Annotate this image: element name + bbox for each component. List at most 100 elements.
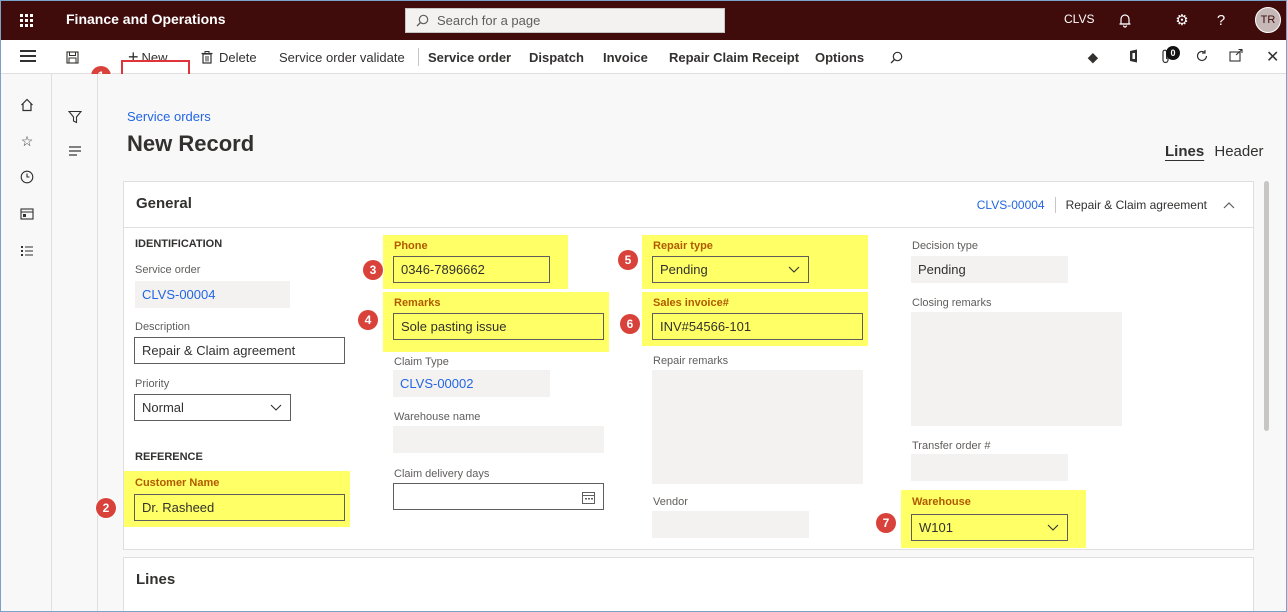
company-picker[interactable]: CLVS (1064, 12, 1094, 26)
reference-heading: REFERENCE (135, 451, 203, 463)
warehouse-select[interactable]: W101 (911, 514, 1068, 541)
repair-type-label: Repair type (653, 240, 713, 252)
callout-4: 4 (358, 310, 378, 330)
sales-invoice-field[interactable]: INV#54566-101 (652, 313, 863, 340)
related-info-icon[interactable] (66, 142, 84, 160)
summary-description: Repair & Claim agreement (1065, 198, 1207, 212)
warehouse-name-value (393, 426, 604, 453)
page-title: New Record (127, 131, 255, 156)
vendor-value (652, 511, 809, 538)
delete-button[interactable]: Delete (201, 40, 257, 74)
tab-repair-claim-receipt[interactable]: Repair Claim Receipt (669, 40, 799, 74)
general-fasttab-header[interactable]: General CLVS-00004 Repair & Claim agreem… (124, 182, 1253, 228)
calendar-icon[interactable] (582, 491, 595, 504)
tab-dispatch[interactable]: Dispatch (529, 40, 584, 74)
search-icon (416, 14, 429, 27)
power-apps-icon[interactable]: ⬥ (1088, 49, 1098, 66)
delete-button-label: Delete (219, 49, 257, 65)
view-tabs: Lines Header (1159, 143, 1264, 160)
callout-6: 6 (620, 314, 640, 334)
customer-name-label: Customer Name (135, 477, 220, 489)
trash-icon (201, 50, 213, 64)
modules-icon[interactable] (18, 242, 36, 260)
service-order-value[interactable]: CLVS-00004 (135, 281, 290, 308)
description-field[interactable]: Repair & Claim agreement (134, 337, 345, 364)
decision-type-value: Pending (911, 256, 1068, 283)
attachments-count-badge: 0 (1166, 46, 1180, 60)
phone-label: Phone (394, 240, 428, 252)
workspaces-icon[interactable] (18, 205, 36, 223)
priority-select[interactable]: Normal (134, 394, 291, 421)
callout-7: 7 (876, 513, 896, 533)
closing-remarks-field[interactable] (911, 312, 1122, 426)
warehouse-value: W101 (919, 520, 953, 535)
general-title: General (136, 195, 192, 212)
claim-type-label: Claim Type (394, 356, 449, 368)
save-icon[interactable] (66, 40, 79, 74)
office-icon[interactable] (1128, 49, 1140, 66)
action-pane: + New Delete Service order validate Serv… (0, 40, 1287, 74)
identification-heading: IDENTIFICATION (135, 238, 223, 250)
priority-value: Normal (142, 400, 184, 415)
repair-type-select[interactable]: Pending (652, 256, 809, 283)
search-placeholder: Search for a page (437, 13, 541, 28)
description-label: Description (135, 321, 191, 333)
app-launcher-icon[interactable] (0, 0, 52, 40)
divider (418, 48, 419, 66)
tab-lines[interactable]: Lines (1165, 143, 1204, 160)
hamburger-menu-icon[interactable] (20, 50, 36, 65)
home-icon[interactable] (18, 96, 36, 114)
open-new-window-icon[interactable] (1229, 48, 1243, 65)
claim-delivery-days-label: Claim delivery days (394, 468, 490, 480)
vendor-label: Vendor (653, 496, 688, 508)
lines-title: Lines (136, 571, 176, 588)
scrollbar[interactable] (1264, 181, 1269, 431)
star-favorites-icon[interactable]: ☆ (18, 132, 36, 150)
gear-icon[interactable]: ⚙ (1170, 8, 1194, 32)
closing-remarks-label: Closing remarks (912, 297, 992, 309)
repair-remarks-field[interactable] (652, 370, 863, 484)
avatar[interactable]: TR (1255, 7, 1281, 33)
sales-invoice-label: Sales invoice# (653, 297, 729, 309)
clock-recent-icon[interactable] (18, 168, 36, 186)
filter-icon[interactable] (66, 108, 84, 126)
warehouse-name-label: Warehouse name (394, 411, 481, 423)
action-search-icon[interactable] (890, 40, 903, 74)
transfer-order-value (911, 454, 1068, 481)
repair-type-value: Pending (660, 262, 708, 277)
breadcrumb[interactable]: Service orders (127, 109, 211, 124)
remarks-field[interactable]: Sole pasting issue (393, 313, 604, 340)
chevron-down-icon (788, 266, 800, 273)
chevron-up-icon[interactable] (1223, 201, 1235, 209)
callout-2: 2 (96, 498, 116, 518)
decision-type-label: Decision type (912, 240, 979, 252)
app-title[interactable]: Finance and Operations (66, 11, 225, 27)
priority-label: Priority (135, 378, 170, 390)
lines-fasttab[interactable]: Lines (123, 557, 1254, 612)
help-icon[interactable]: ? (1209, 8, 1233, 32)
claim-delivery-days-field[interactable] (393, 483, 604, 510)
phone-field[interactable]: 0346-7896662 (393, 256, 550, 283)
claim-type-value[interactable]: CLVS-00002 (393, 370, 550, 397)
tab-header[interactable]: Header (1214, 143, 1263, 160)
customer-name-field[interactable]: Dr. Rasheed (134, 494, 345, 521)
chevron-down-icon (1047, 524, 1059, 531)
search-input[interactable]: Search for a page (405, 8, 725, 33)
tab-options[interactable]: Options (815, 40, 864, 74)
navigation-pane: ☆ (0, 74, 52, 612)
bell-icon[interactable] (1113, 8, 1137, 32)
transfer-order-label: Transfer order # (912, 440, 991, 452)
tab-invoice[interactable]: Invoice (603, 40, 648, 74)
callout-5: 5 (618, 250, 638, 270)
service-order-validate-button[interactable]: Service order validate (279, 40, 405, 74)
general-summary: CLVS-00004 Repair & Claim agreement (977, 197, 1235, 213)
warehouse-label: Warehouse (912, 496, 971, 508)
callout-3: 3 (363, 260, 383, 280)
tab-service-order[interactable]: Service order (428, 40, 511, 74)
repair-remarks-label: Repair remarks (653, 355, 729, 367)
filter-pane (52, 74, 98, 612)
remarks-label: Remarks (394, 297, 441, 309)
top-bar: Finance and Operations Search for a page… (0, 0, 1287, 40)
refresh-icon[interactable] (1195, 49, 1209, 66)
close-icon[interactable]: ✕ (1266, 47, 1279, 67)
